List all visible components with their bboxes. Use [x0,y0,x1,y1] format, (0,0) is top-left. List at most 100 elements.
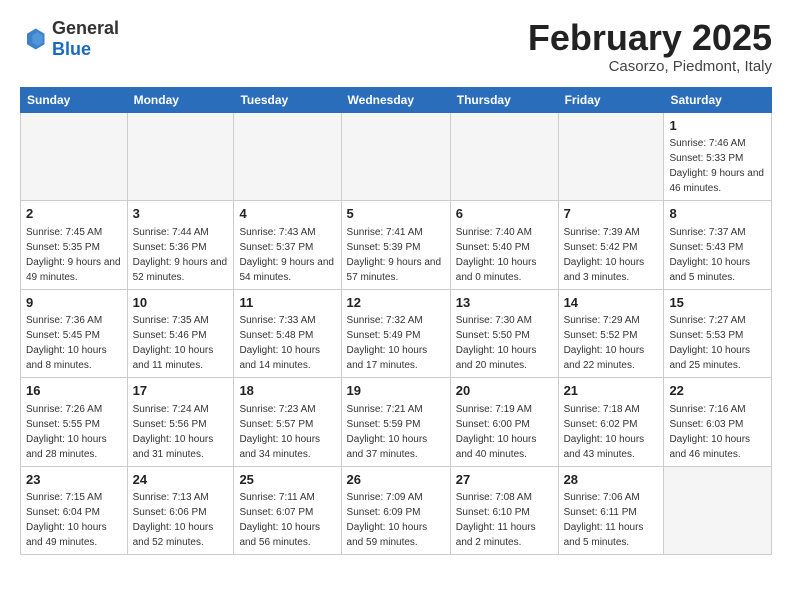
calendar-cell: 19Sunrise: 7:21 AM Sunset: 5:59 PM Dayli… [341,378,450,467]
day-info: Sunrise: 7:44 AM Sunset: 5:36 PM Dayligh… [133,227,228,283]
col-sunday: Sunday [21,87,128,112]
day-info: Sunrise: 7:16 AM Sunset: 6:03 PM Dayligh… [669,404,750,460]
day-info: Sunrise: 7:33 AM Sunset: 5:48 PM Dayligh… [239,315,320,371]
day-number: 11 [239,294,335,312]
day-number: 3 [133,205,229,223]
day-info: Sunrise: 7:24 AM Sunset: 5:56 PM Dayligh… [133,404,214,460]
location-title: Casorzo, Piedmont, Italy [528,58,772,75]
day-number: 18 [239,382,335,400]
day-info: Sunrise: 7:11 AM Sunset: 6:07 PM Dayligh… [239,492,320,548]
day-info: Sunrise: 7:15 AM Sunset: 6:04 PM Dayligh… [26,492,107,548]
day-info: Sunrise: 7:45 AM Sunset: 5:35 PM Dayligh… [26,227,121,283]
day-number: 14 [564,294,659,312]
logo: General Blue [20,18,119,60]
day-info: Sunrise: 7:19 AM Sunset: 6:00 PM Dayligh… [456,404,537,460]
day-number: 16 [26,382,122,400]
day-info: Sunrise: 7:43 AM Sunset: 5:37 PM Dayligh… [239,227,334,283]
day-info: Sunrise: 7:23 AM Sunset: 5:57 PM Dayligh… [239,404,320,460]
calendar-cell: 15 Sunrise: 7:27 AM Sunset: 5:53 PM Dayli… [664,289,772,378]
day-number: 2 [26,205,122,223]
day-info: Sunrise: 7:21 AM Sunset: 5:59 PM Dayligh… [347,404,428,460]
calendar-cell [450,112,558,201]
calendar-cell: 2 Sunrise: 7:45 AM Sunset: 5:35 PM Daylig… [21,201,128,290]
day-number: 25 [239,471,335,489]
calendar-header-row: Sunday Monday Tuesday Wednesday Thursday… [21,87,772,112]
header: General Blue February 2025 Casorzo, Pied… [20,18,772,75]
calendar-cell: 25 Sunrise: 7:11 AM Sunset: 6:07 PM Dayli… [234,466,341,555]
calendar-cell: 26 Sunrise: 7:09 AM Sunset: 6:09 PM Dayli… [341,466,450,555]
day-number: 15 [669,294,766,312]
day-number: 6 [456,205,553,223]
calendar-week-row: 2 Sunrise: 7:45 AM Sunset: 5:35 PM Daylig… [21,201,772,290]
day-info: Sunrise: 7:06 AM Sunset: 6:11 PM Dayligh… [564,492,644,548]
day-info: Sunrise: 7:35 AM Sunset: 5:46 PM Dayligh… [133,315,214,371]
calendar-cell: 12 Sunrise: 7:32 AM Sunset: 5:49 PM Dayli… [341,289,450,378]
day-info: Sunrise: 7:09 AM Sunset: 6:09 PM Dayligh… [347,492,428,548]
month-title: February 2025 [528,18,772,58]
logo-icon [20,25,48,53]
calendar-cell: 3 Sunrise: 7:44 AM Sunset: 5:36 PM Daylig… [127,201,234,290]
day-info: Sunrise: 7:39 AM Sunset: 5:42 PM Dayligh… [564,227,645,283]
logo-general: General [52,18,119,38]
calendar-cell: 18 Sunrise: 7:23 AM Sunset: 5:57 PM Dayli… [234,378,341,467]
calendar-cell [558,112,664,201]
calendar-cell: 22 Sunrise: 7:16 AM Sunset: 6:03 PM Dayli… [664,378,772,467]
day-info: Sunrise: 7:41 AM Sunset: 5:39 PM Dayligh… [347,227,442,283]
day-info: Sunrise: 7:27 AM Sunset: 5:53 PM Dayligh… [669,315,750,371]
calendar-cell: 9Sunrise: 7:36 AM Sunset: 5:45 PM Daylig… [21,289,128,378]
day-number: 12 [347,294,445,312]
calendar-cell: 23 Sunrise: 7:15 AM Sunset: 6:04 PM Dayli… [21,466,128,555]
day-info: Sunrise: 7:36 AM Sunset: 5:45 PM Dayligh… [26,315,107,371]
calendar-cell: 4 Sunrise: 7:43 AM Sunset: 5:37 PM Daylig… [234,201,341,290]
calendar-cell: 28Sunrise: 7:06 AM Sunset: 6:11 PM Dayli… [558,466,664,555]
page: General Blue February 2025 Casorzo, Pied… [0,0,792,565]
calendar-week-row: 1Sunrise: 7:46 AM Sunset: 5:33 PM Daylig… [21,112,772,201]
calendar-cell [21,112,128,201]
day-number: 27 [456,471,553,489]
day-info: Sunrise: 7:29 AM Sunset: 5:52 PM Dayligh… [564,315,645,371]
calendar-table: Sunday Monday Tuesday Wednesday Thursday… [20,87,772,556]
calendar-cell: 14 Sunrise: 7:29 AM Sunset: 5:52 PM Dayli… [558,289,664,378]
day-number: 24 [133,471,229,489]
calendar-cell: 13 Sunrise: 7:30 AM Sunset: 5:50 PM Dayli… [450,289,558,378]
calendar-cell: 6 Sunrise: 7:40 AM Sunset: 5:40 PM Daylig… [450,201,558,290]
calendar-cell: 11 Sunrise: 7:33 AM Sunset: 5:48 PM Dayli… [234,289,341,378]
day-info: Sunrise: 7:37 AM Sunset: 5:43 PM Dayligh… [669,227,750,283]
day-number: 22 [669,382,766,400]
calendar-week-row: 16 Sunrise: 7:26 AM Sunset: 5:55 PM Dayli… [21,378,772,467]
day-number: 26 [347,471,445,489]
day-number: 20 [456,382,553,400]
day-number: 13 [456,294,553,312]
calendar-cell: 8 Sunrise: 7:37 AM Sunset: 5:43 PM Daylig… [664,201,772,290]
calendar-cell: 10 Sunrise: 7:35 AM Sunset: 5:46 PM Dayli… [127,289,234,378]
day-info: Sunrise: 7:26 AM Sunset: 5:55 PM Dayligh… [26,404,107,460]
calendar-cell: 5Sunrise: 7:41 AM Sunset: 5:39 PM Daylig… [341,201,450,290]
day-info: Sunrise: 7:08 AM Sunset: 6:10 PM Dayligh… [456,492,536,548]
day-number: 4 [239,205,335,223]
calendar-cell [341,112,450,201]
day-number: 8 [669,205,766,223]
calendar-cell: 21 Sunrise: 7:18 AM Sunset: 6:02 PM Dayli… [558,378,664,467]
col-thursday: Thursday [450,87,558,112]
col-saturday: Saturday [664,87,772,112]
calendar-cell: 20 Sunrise: 7:19 AM Sunset: 6:00 PM Dayli… [450,378,558,467]
calendar-cell [127,112,234,201]
calendar-cell: 1Sunrise: 7:46 AM Sunset: 5:33 PM Daylig… [664,112,772,201]
day-number: 21 [564,382,659,400]
day-info: Sunrise: 7:46 AM Sunset: 5:33 PM Dayligh… [669,138,764,194]
calendar-week-row: 23 Sunrise: 7:15 AM Sunset: 6:04 PM Dayli… [21,466,772,555]
col-tuesday: Tuesday [234,87,341,112]
day-number: 23 [26,471,122,489]
calendar-body: 1Sunrise: 7:46 AM Sunset: 5:33 PM Daylig… [21,112,772,555]
day-info: Sunrise: 7:32 AM Sunset: 5:49 PM Dayligh… [347,315,428,371]
day-info: Sunrise: 7:18 AM Sunset: 6:02 PM Dayligh… [564,404,645,460]
day-info: Sunrise: 7:30 AM Sunset: 5:50 PM Dayligh… [456,315,537,371]
day-number: 10 [133,294,229,312]
calendar-cell [664,466,772,555]
day-info: Sunrise: 7:40 AM Sunset: 5:40 PM Dayligh… [456,227,537,283]
logo-text: General Blue [52,18,119,60]
day-number: 17 [133,382,229,400]
logo-blue: Blue [52,39,91,59]
calendar-cell: 17 Sunrise: 7:24 AM Sunset: 5:56 PM Dayli… [127,378,234,467]
calendar-cell: 24Sunrise: 7:13 AM Sunset: 6:06 PM Dayli… [127,466,234,555]
